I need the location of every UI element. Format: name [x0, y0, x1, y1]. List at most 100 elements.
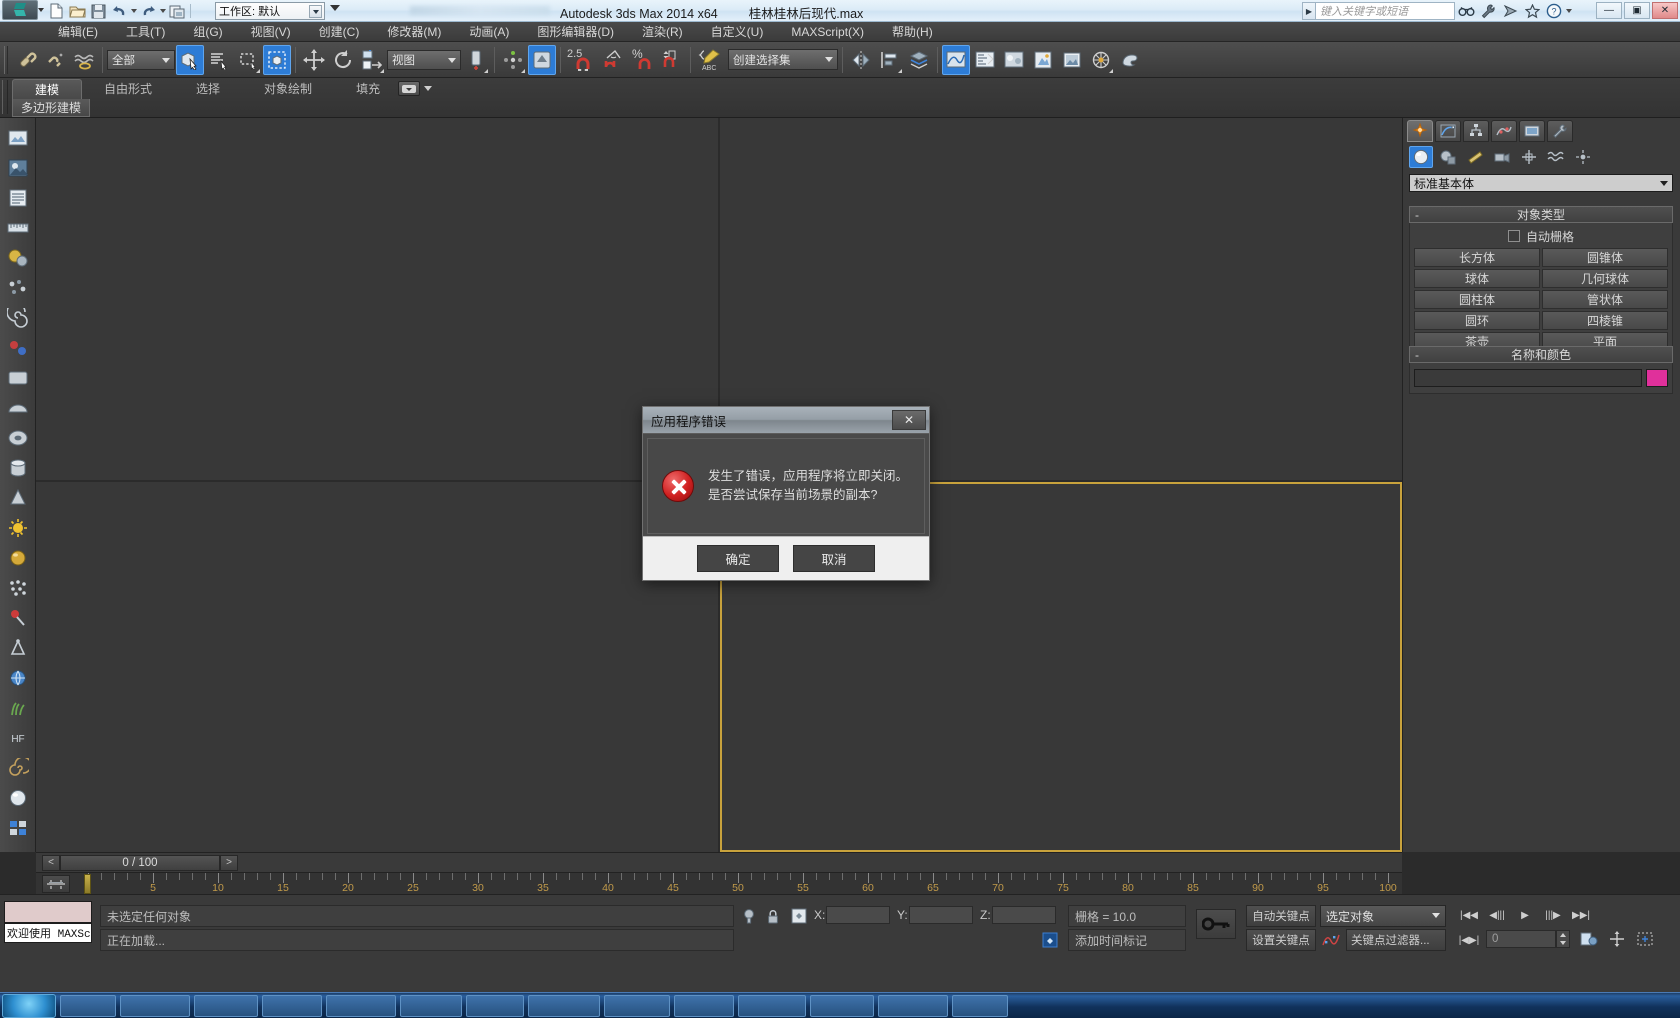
geometry-button[interactable]	[1409, 146, 1433, 168]
render-preview-icon[interactable]	[4, 154, 32, 182]
selection-filter-combo[interactable]: 全部	[107, 49, 175, 70]
activeshade-button[interactable]	[1116, 45, 1144, 75]
layer-manager-button[interactable]	[905, 45, 933, 75]
menu-group[interactable]: 组(G)	[179, 22, 236, 42]
create-cylinder-button[interactable]: 圆柱体	[1414, 290, 1540, 309]
cameras-button[interactable]	[1490, 146, 1514, 168]
subscription-wrench-icon[interactable]	[1477, 2, 1499, 20]
compass-icon[interactable]	[4, 634, 32, 662]
viewport-bottom-left[interactable]	[36, 482, 718, 852]
helper-icon[interactable]	[4, 334, 32, 362]
hierarchy-tab[interactable]	[1463, 120, 1489, 142]
object-type-rollout-header[interactable]: - 对象类型	[1409, 206, 1673, 223]
taskbar-item-11[interactable]	[738, 994, 806, 1017]
open-file-button[interactable]	[67, 2, 87, 21]
spiral-icon[interactable]	[4, 304, 32, 332]
communication-center-icon[interactable]	[1499, 2, 1521, 20]
lights-button[interactable]	[1463, 146, 1487, 168]
taskbar-item-6[interactable]	[400, 994, 462, 1017]
taskbar-item-13[interactable]	[878, 994, 948, 1017]
infocenter-search-input[interactable]: 键入关键字或短语	[1315, 2, 1455, 20]
taskbar-item-1[interactable]	[60, 994, 116, 1017]
ribbon-tab-freeform[interactable]: 自由形式	[82, 79, 174, 100]
ribbon-tab-modeling[interactable]: 建模	[12, 79, 83, 100]
time-slider-handle[interactable]: 0 / 100	[60, 854, 220, 871]
frame-spinner-icon[interactable]	[1556, 930, 1570, 948]
maxscript-mini-listener-output[interactable]	[4, 901, 92, 923]
create-tube-button[interactable]: 管状体	[1542, 290, 1668, 309]
sun-light-icon[interactable]	[4, 514, 32, 542]
key-filters-button[interactable]: 关键点过滤器...	[1346, 929, 1446, 951]
ribbon-tab-object-paint[interactable]: 对象绘制	[242, 79, 334, 100]
previous-frame-arrow[interactable]: <	[42, 854, 60, 871]
menu-help[interactable]: 帮助(H)	[878, 22, 947, 42]
start-button[interactable]	[2, 993, 56, 1018]
menu-modifiers[interactable]: 修改器(M)	[373, 22, 455, 42]
save-file-button[interactable]	[88, 2, 108, 21]
create-box-button[interactable]: 长方体	[1414, 248, 1540, 267]
motion-tab[interactable]	[1491, 120, 1517, 142]
autogrid-row[interactable]: 自动栅格	[1414, 227, 1668, 245]
render-frame-window-button[interactable]	[1058, 45, 1086, 75]
menu-create[interactable]: 创建(C)	[305, 22, 374, 42]
z-coordinate-field[interactable]	[992, 906, 1056, 924]
app-menu-arrow-icon[interactable]	[38, 8, 44, 12]
shapes-button[interactable]	[1436, 146, 1460, 168]
window-crossing-button[interactable]	[263, 44, 291, 75]
blocks-icon[interactable]	[4, 814, 32, 842]
current-frame-field[interactable]: 0	[1486, 930, 1556, 948]
ribbon-grip[interactable]	[2, 80, 8, 114]
name-color-rollout-header[interactable]: - 名称和颜色	[1409, 346, 1673, 363]
current-time-marker[interactable]	[84, 874, 91, 894]
object-color-swatch[interactable]	[1646, 369, 1668, 387]
hemisphere-icon[interactable]	[4, 394, 32, 422]
scatter-icon[interactable]	[4, 574, 32, 602]
align-button[interactable]	[876, 45, 904, 75]
zoom-extents-icon[interactable]	[1634, 929, 1656, 949]
previous-frame-button[interactable]: ◀|||	[1486, 906, 1508, 924]
hf-icon[interactable]: HF	[4, 724, 32, 752]
globe-icon[interactable]	[4, 664, 32, 692]
snaps-toggle-button[interactable]: 2.5	[565, 45, 599, 75]
key-icon[interactable]	[1196, 909, 1236, 939]
cylinder-icon[interactable]	[4, 454, 32, 482]
favorites-star-icon[interactable]	[1521, 2, 1543, 20]
dialog-cancel-button[interactable]: 取消	[793, 545, 875, 572]
auto-key-button[interactable]: 自动关键点	[1246, 905, 1316, 927]
use-pivot-point-center-button[interactable]	[462, 45, 490, 75]
selection-lock-bulb-icon[interactable]	[740, 907, 758, 925]
sphere-white-icon[interactable]	[4, 784, 32, 812]
app-menu-button[interactable]	[2, 0, 38, 20]
redo-dropdown-icon[interactable]	[160, 9, 166, 13]
time-configuration-icon[interactable]	[1578, 929, 1600, 949]
ribbon-display-mode-arrow-icon[interactable]	[424, 86, 432, 91]
menu-views[interactable]: 视图(V)	[237, 22, 305, 42]
sphere-gold-icon[interactable]	[4, 544, 32, 572]
play-animation-button[interactable]: ▶	[1514, 906, 1536, 924]
render-production-button[interactable]	[1087, 45, 1115, 75]
angle-snap-button[interactable]	[600, 45, 628, 75]
viewport-top-left[interactable]	[36, 118, 718, 480]
next-frame-button[interactable]: |||▶	[1542, 906, 1564, 924]
create-torus-button[interactable]: 圆环	[1414, 311, 1540, 330]
modify-tab[interactable]	[1435, 120, 1461, 142]
rollout-collapse-icon[interactable]: -	[1415, 208, 1419, 222]
menu-animation[interactable]: 动画(A)	[455, 22, 523, 42]
isolate-selection-icon[interactable]	[790, 907, 808, 925]
taskbar-item-4[interactable]	[262, 994, 322, 1017]
object-name-input[interactable]	[1414, 369, 1642, 387]
pin-icon[interactable]	[4, 604, 32, 632]
autogrid-checkbox[interactable]	[1507, 230, 1520, 242]
cone-icon[interactable]	[4, 484, 32, 512]
list-view-icon[interactable]	[4, 184, 32, 212]
curve-editor-button[interactable]	[942, 44, 970, 75]
utilities-tab[interactable]	[1547, 120, 1573, 142]
create-pyramid-button[interactable]: 四棱锥	[1542, 311, 1668, 330]
select-move-button[interactable]	[300, 45, 328, 75]
named-selection-set-combo[interactable]: 创建选择集	[728, 49, 838, 70]
menu-rendering[interactable]: 渲染(R)	[628, 22, 697, 42]
swirl-icon[interactable]	[4, 754, 32, 782]
select-by-name-button[interactable]	[205, 45, 233, 75]
maximize-button[interactable]: ▣	[1624, 2, 1650, 19]
key-mode-combo[interactable]: 选定对象	[1320, 905, 1446, 927]
